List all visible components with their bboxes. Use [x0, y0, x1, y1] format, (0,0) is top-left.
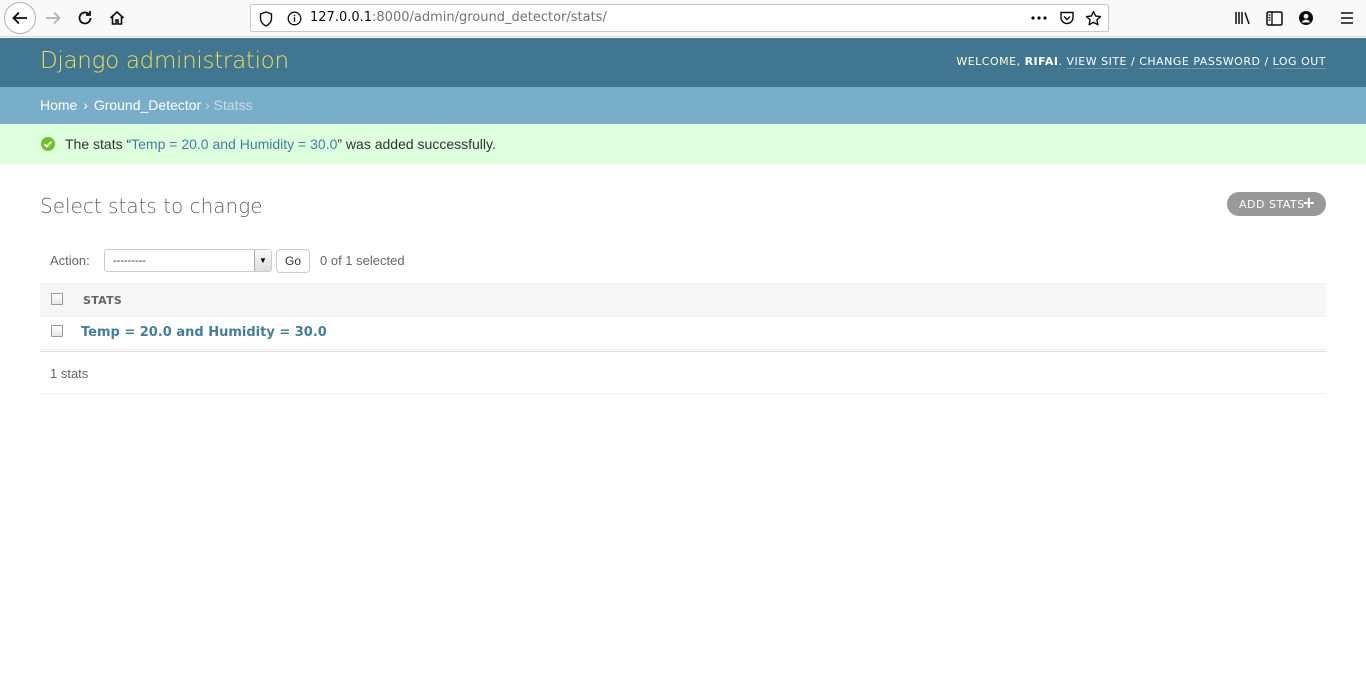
- page-title: Select stats to change: [40, 194, 263, 218]
- column-header-stats[interactable]: Stats: [83, 294, 122, 307]
- breadcrumb-home[interactable]: Home: [40, 97, 77, 113]
- actions-bar: Action: --------- ▼ Go 0 of 1 selected: [40, 246, 1326, 276]
- result-list-table: Stats Temp = 20.0 and Humidity = 30.0: [40, 283, 1326, 350]
- forward-button[interactable]: [38, 3, 68, 33]
- action-label: Action:: [50, 253, 90, 268]
- table-row: Temp = 20.0 and Humidity = 30.0: [40, 317, 1326, 350]
- change-password-link[interactable]: Change password: [1139, 55, 1261, 69]
- reload-icon: [78, 11, 92, 25]
- menu-button[interactable]: [1333, 4, 1361, 32]
- sidebar-icon: [1265, 10, 1283, 26]
- user-tools: Welcome, rifai. View site / Change passw…: [956, 55, 1326, 69]
- view-site-link[interactable]: View site: [1066, 55, 1127, 69]
- reload-button[interactable]: [70, 3, 100, 33]
- hamburger-icon: [1341, 12, 1353, 24]
- back-button[interactable]: [4, 2, 36, 34]
- library-button[interactable]: [1229, 4, 1257, 32]
- welcome-text: Welcome,: [956, 55, 1025, 68]
- message-prefix: The stats “: [65, 136, 132, 152]
- pocket-icon[interactable]: [1059, 10, 1075, 30]
- account-icon: [1299, 11, 1313, 25]
- success-message: The stats “Temp = 20.0 and Humidity = 30…: [0, 124, 1366, 164]
- action-counter: 0 of 1 selected: [320, 253, 405, 268]
- username: rifai: [1024, 55, 1059, 68]
- row-stats-link[interactable]: Temp = 20.0 and Humidity = 30.0: [81, 325, 327, 340]
- go-button[interactable]: Go: [276, 249, 310, 273]
- url-text[interactable]: 127.0.0.1:8000/admin/ground_detector/sta…: [310, 10, 607, 25]
- add-stats-button[interactable]: Add stats +: [1227, 192, 1326, 216]
- arrow-right-icon: [46, 11, 61, 25]
- browser-toolbar: 127.0.0.1:8000/admin/ground_detector/sta…: [0, 0, 1366, 37]
- add-stats-label: Add stats: [1239, 197, 1305, 211]
- info-icon[interactable]: [287, 11, 302, 30]
- arrow-left-icon: [12, 11, 27, 25]
- success-check-icon: [41, 137, 55, 154]
- chevron-down-icon[interactable]: ▼: [254, 250, 271, 271]
- url-host: 127.0.0.1: [310, 10, 373, 25]
- sidebar-button[interactable]: [1260, 4, 1288, 32]
- admin-header: Django administration Welcome, rifai. Vi…: [0, 38, 1366, 87]
- select-all-checkbox[interactable]: [51, 293, 63, 305]
- url-bar[interactable]: 127.0.0.1:8000/admin/ground_detector/sta…: [250, 4, 1109, 32]
- breadcrumb: Home › Ground_Detector › Statss: [0, 87, 1366, 124]
- message-suffix: ” was added successfully.: [337, 136, 496, 152]
- home-icon: [109, 10, 125, 25]
- paginator: 1 stats: [40, 351, 1326, 394]
- row-checkbox[interactable]: [51, 325, 63, 337]
- more-actions-icon[interactable]: [1030, 10, 1048, 30]
- home-button[interactable]: [102, 3, 132, 33]
- shield-icon[interactable]: [259, 11, 273, 31]
- library-icon: [1235, 12, 1250, 25]
- url-path: :8000/admin/ground_detector/stats/: [372, 10, 607, 25]
- bookmark-star-icon[interactable]: [1085, 10, 1102, 31]
- table-header: Stats: [40, 283, 1326, 317]
- action-selected-value: ---------: [113, 255, 146, 267]
- account-button[interactable]: [1292, 4, 1320, 32]
- breadcrumb-current: Statss: [213, 97, 253, 113]
- breadcrumb-app[interactable]: Ground_Detector: [94, 97, 201, 113]
- message-object-link[interactable]: Temp = 20.0 and Humidity = 30.0: [131, 136, 337, 152]
- plus-icon: +: [1302, 193, 1316, 212]
- site-branding[interactable]: Django administration: [40, 48, 289, 74]
- log-out-link[interactable]: Log out: [1272, 55, 1326, 69]
- action-select[interactable]: --------- ▼: [104, 249, 272, 272]
